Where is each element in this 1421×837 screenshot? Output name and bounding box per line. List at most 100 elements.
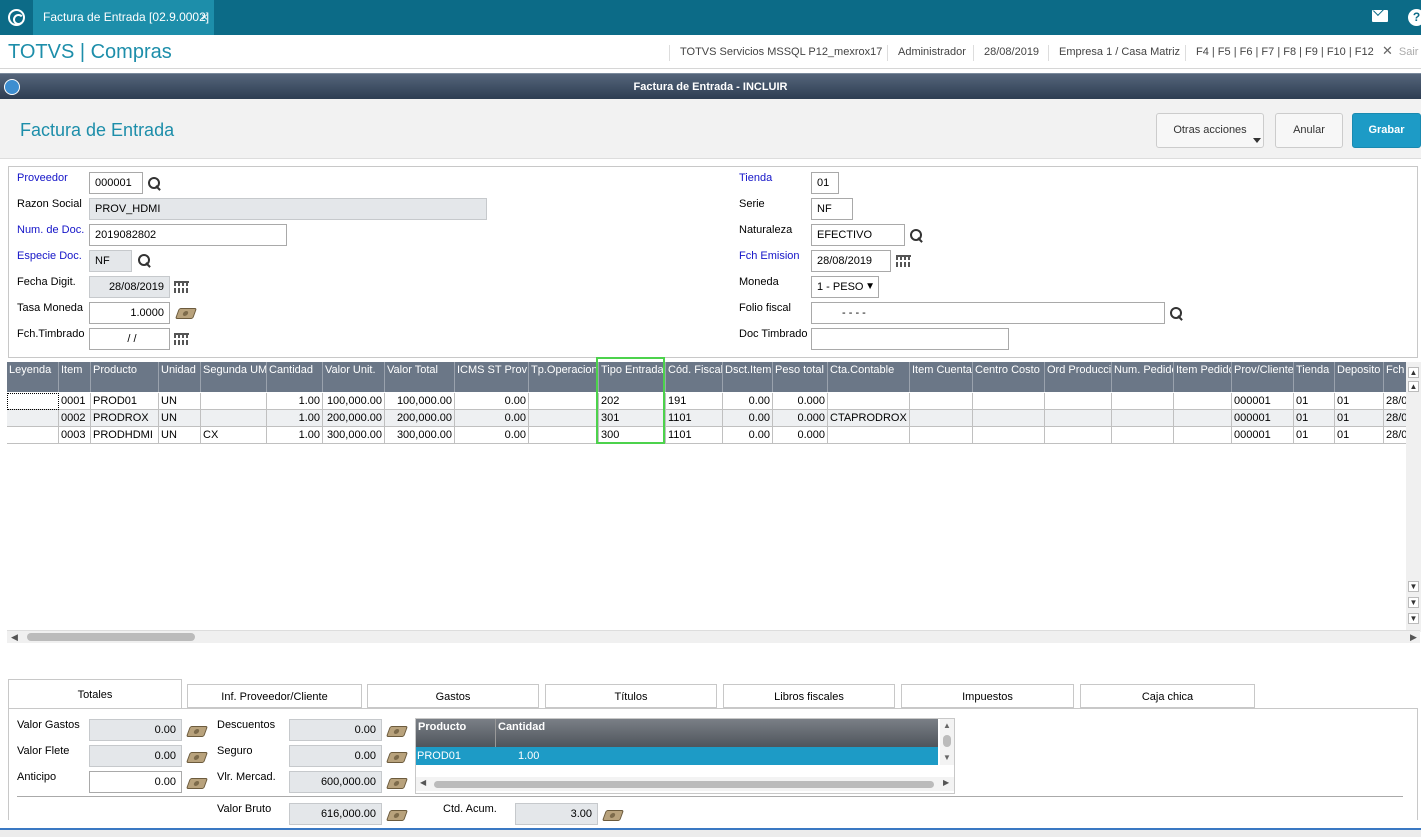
table-cell[interactable]: 1101 bbox=[666, 427, 723, 444]
table-cell[interactable] bbox=[529, 410, 599, 427]
scroll-page-down-icon[interactable]: ▼ bbox=[1408, 597, 1419, 608]
grid-vertical-scrollbar[interactable]: ▲ ▲ ▼ ▼ ▼ bbox=[1406, 362, 1421, 632]
grid-header-ord-producci[interactable]: Ord Producci bbox=[1045, 362, 1112, 392]
grid-header-unidad[interactable]: Unidad bbox=[159, 362, 201, 392]
items-grid[interactable]: Leyenda Item Producto Unidad Segunda UM Canti… bbox=[7, 362, 1420, 642]
table-cell[interactable]: 01 bbox=[1294, 393, 1335, 410]
scroll-left-icon[interactable]: ◀ bbox=[11, 632, 18, 643]
scroll-thumb[interactable] bbox=[943, 735, 951, 747]
table-cell[interactable]: 0.000 bbox=[773, 410, 828, 427]
grid-header-icms-st-prov[interactable]: ICMS ST Prov bbox=[455, 362, 529, 392]
table-cell[interactable]: 1101 bbox=[666, 410, 723, 427]
scroll-right-icon[interactable]: ▶ bbox=[1410, 632, 1417, 643]
grid-header-item-pedido[interactable]: Item Pedido bbox=[1174, 362, 1232, 392]
table-cell[interactable]: UN bbox=[159, 410, 201, 427]
grid-header-centro-costo[interactable]: Centro Costo bbox=[973, 362, 1045, 392]
search-icon[interactable] bbox=[910, 229, 923, 242]
table-cell[interactable]: 200,000.00 bbox=[323, 410, 385, 427]
table-cell[interactable]: 1.00 bbox=[267, 410, 323, 427]
table-cell[interactable]: 0.00 bbox=[455, 393, 529, 410]
table-cell[interactable] bbox=[201, 410, 267, 427]
table-cell[interactable] bbox=[973, 410, 1045, 427]
especie-doc-field[interactable]: NF bbox=[89, 250, 132, 272]
grid-header-valor-unit[interactable]: Valor Unit. bbox=[323, 362, 385, 392]
company-info[interactable]: Empresa 1 / Casa Matriz bbox=[1048, 45, 1180, 61]
tab-factura-entrada[interactable]: Factura de Entrada [02.9.0002] × bbox=[33, 0, 214, 35]
table-cell[interactable]: 200,000.00 bbox=[385, 410, 455, 427]
chevron-down-icon[interactable]: ▼ bbox=[865, 277, 875, 297]
mail-icon[interactable] bbox=[1372, 10, 1388, 22]
grid-header-tp-operacion[interactable]: Tp.Operacion bbox=[529, 362, 599, 392]
chevron-down-icon[interactable] bbox=[1253, 138, 1261, 143]
grid-header-c-d-fiscal[interactable]: Cód. Fiscal bbox=[666, 362, 723, 392]
table-cell[interactable]: 0.00 bbox=[723, 393, 773, 410]
table-cell[interactable]: UN bbox=[159, 427, 201, 444]
scroll-down-icon[interactable]: ▼ bbox=[1408, 581, 1419, 592]
table-cell[interactable]: 300,000.00 bbox=[323, 427, 385, 444]
table-row[interactable]: 0002 PRODROX UN 1.00 200,000.00 200,000.00 0.0… bbox=[7, 410, 1420, 427]
grid-header-item[interactable]: Item bbox=[59, 362, 91, 392]
subgrid-horizontal-scrollbar[interactable]: ◀ ▶ bbox=[416, 777, 954, 791]
totvs-logo-icon[interactable] bbox=[8, 9, 25, 26]
calendar-icon[interactable] bbox=[896, 255, 911, 267]
table-cell[interactable]: 01 bbox=[1335, 427, 1384, 444]
table-cell[interactable]: 100,000.00 bbox=[323, 393, 385, 410]
tasa-moneda-field[interactable]: 1.0000 bbox=[89, 302, 170, 324]
help-icon[interactable]: ? bbox=[1408, 9, 1421, 26]
table-cell[interactable] bbox=[910, 410, 973, 427]
table-cell[interactable]: 0.00 bbox=[455, 427, 529, 444]
table-cell[interactable] bbox=[7, 410, 59, 427]
proveedor-field[interactable]: 000001 bbox=[89, 172, 143, 194]
calendar-icon[interactable] bbox=[174, 333, 189, 345]
table-cell[interactable]: 01 bbox=[1335, 393, 1384, 410]
table-cell[interactable]: 01 bbox=[1294, 410, 1335, 427]
grid-header-producto[interactable]: Producto bbox=[91, 362, 159, 392]
grid-header-segunda-um[interactable]: Segunda UM bbox=[201, 362, 267, 392]
table-cell[interactable]: 0.000 bbox=[773, 427, 828, 444]
fch-emision-field[interactable]: 28/08/2019 bbox=[811, 250, 891, 272]
table-cell[interactable]: 0.00 bbox=[455, 410, 529, 427]
serie-field[interactable]: NF bbox=[811, 198, 853, 220]
grid-header-tienda[interactable]: Tienda bbox=[1294, 362, 1335, 392]
table-cell[interactable] bbox=[973, 427, 1045, 444]
grid-header-leyenda[interactable]: Leyenda bbox=[7, 362, 59, 392]
table-cell[interactable]: 0.000 bbox=[773, 393, 828, 410]
doc-timbrado-field[interactable] bbox=[811, 328, 1009, 350]
grid-header-prov-cliente[interactable]: Prov/Cliente bbox=[1232, 362, 1294, 392]
search-icon[interactable] bbox=[1170, 307, 1183, 320]
table-cell[interactable]: 01 bbox=[1294, 427, 1335, 444]
exit-button[interactable]: ✕ Sair bbox=[1382, 43, 1418, 59]
function-keys[interactable]: F4 | F5 | F6 | F7 | F8 | F9 | F10 | F12 bbox=[1185, 45, 1374, 61]
subgrid-row[interactable]: PROD01 1.00 bbox=[416, 747, 938, 765]
grid-header-peso-total[interactable]: Peso total bbox=[773, 362, 828, 392]
table-cell[interactable] bbox=[1045, 410, 1112, 427]
table-cell[interactable] bbox=[1045, 427, 1112, 444]
grid-header-valor-total[interactable]: Valor Total bbox=[385, 362, 455, 392]
save-button[interactable]: Grabar bbox=[1352, 113, 1421, 148]
table-cell[interactable] bbox=[910, 393, 973, 410]
subgrid-vertical-scrollbar[interactable]: ▲ ▼ bbox=[940, 719, 954, 765]
num-doc-field[interactable]: 2019082802 bbox=[89, 224, 287, 246]
grid-header-item-cuenta[interactable]: Item Cuenta bbox=[910, 362, 973, 392]
scroll-bottom-icon[interactable]: ▼ bbox=[1408, 613, 1419, 624]
moneda-select[interactable]: 1 - PESO ▼ bbox=[811, 276, 879, 298]
tab-titulos[interactable]: Títulos bbox=[545, 684, 717, 708]
table-cell[interactable]: UN bbox=[159, 393, 201, 410]
table-cell[interactable]: 300,000.00 bbox=[385, 427, 455, 444]
table-cell[interactable] bbox=[201, 393, 267, 410]
table-cell[interactable] bbox=[1174, 410, 1232, 427]
search-icon[interactable] bbox=[138, 254, 151, 267]
table-cell[interactable]: 0.00 bbox=[723, 427, 773, 444]
table-row[interactable]: 0001 PROD01 UN 1.00 100,000.00 100,000.00 0.00… bbox=[7, 393, 1420, 410]
table-cell[interactable]: 0003 bbox=[59, 427, 91, 444]
table-cell[interactable] bbox=[529, 393, 599, 410]
table-cell[interactable]: 000001 bbox=[1232, 393, 1294, 410]
table-cell[interactable]: 000001 bbox=[1232, 410, 1294, 427]
table-cell[interactable] bbox=[828, 393, 910, 410]
scroll-thumb[interactable] bbox=[27, 633, 195, 641]
fch-timbrado-field[interactable]: / / bbox=[89, 328, 170, 350]
tab-libros-fiscales[interactable]: Libros fiscales bbox=[723, 684, 895, 708]
table-cell[interactable] bbox=[910, 427, 973, 444]
grid-horizontal-scrollbar[interactable]: ◀ ▶ bbox=[7, 630, 1420, 643]
scroll-left-icon[interactable]: ◀ bbox=[420, 778, 426, 787]
